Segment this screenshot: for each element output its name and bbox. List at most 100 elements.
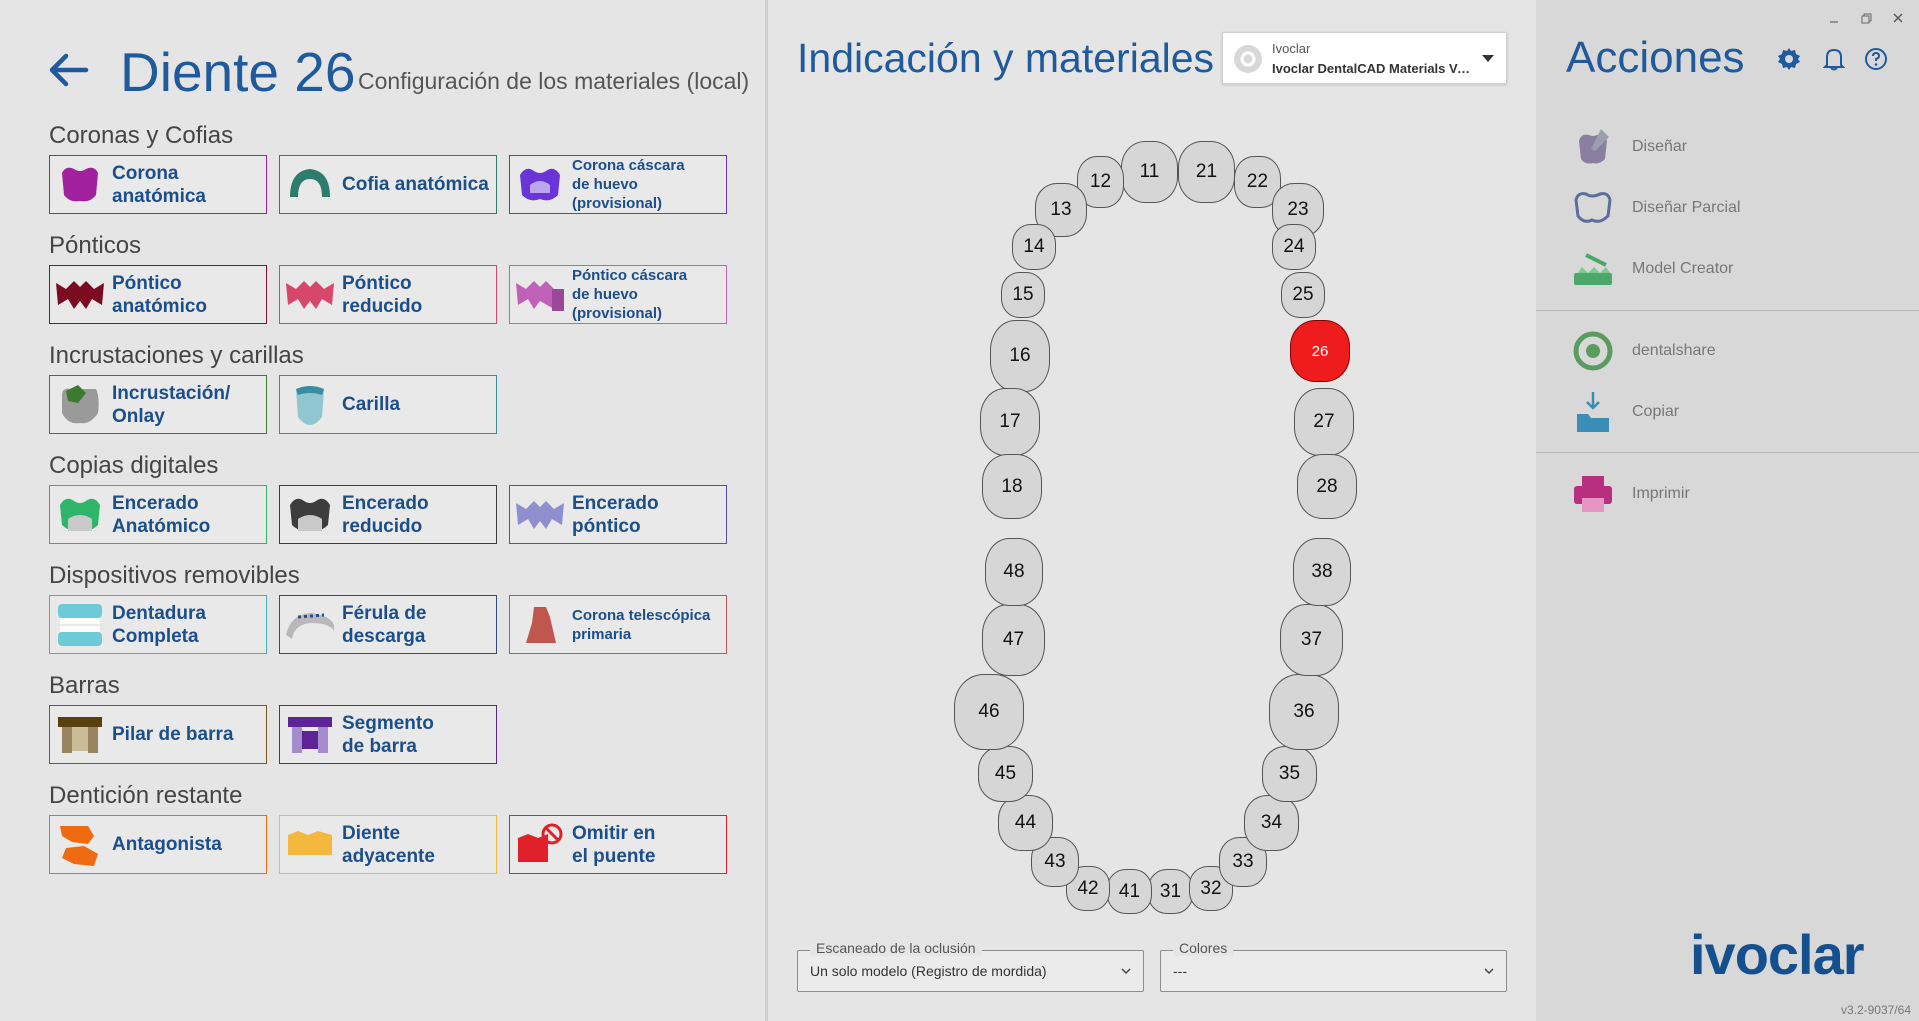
minimize-icon[interactable] [1826,10,1842,26]
card-label: Corona telescópica primaria [572,606,711,643]
tooth-16[interactable]: 16 [990,320,1050,392]
tooth-number: 41 [1118,880,1141,902]
tooth-35[interactable]: 35 [1262,746,1317,802]
tooth-number: 35 [1278,763,1301,784]
tooth-number: 38 [1311,561,1333,582]
card-pilar-barra[interactable]: Pilar de barra [49,705,267,764]
card-label: Corona anatómica [112,162,206,207]
close-icon[interactable] [1890,10,1906,26]
tooth-46[interactable]: 46 [954,674,1024,750]
tooth-31[interactable]: 31 [1148,869,1193,914]
card-label: Antagonista [112,834,222,855]
carilla-icon [280,376,340,433]
card-label: Omitir en el puente [572,822,656,867]
tooth-number: 14 [1023,236,1045,257]
incrustacion-icon [50,376,110,433]
section-title: Coronas y Cofias [49,122,234,149]
tooth-28[interactable]: 28 [1297,454,1357,519]
tooth-18[interactable]: 18 [982,454,1042,519]
tooth-45[interactable]: 45 [978,746,1033,802]
settings-gear-icon[interactable] [1777,47,1801,71]
action-model-creator[interactable]: Model Creator [1570,243,1900,295]
card-incrustacion-onlay[interactable]: Incrustación/ Onlay [49,375,267,434]
restore-icon[interactable] [1858,10,1874,26]
corona-telescopica-icon [510,596,570,653]
tooth-number: 18 [1001,475,1023,497]
action-dentalshare[interactable]: dentalshare [1570,325,1900,377]
card-diente-adyacente[interactable]: Diente adyacente [279,815,497,874]
card-antagonista[interactable]: Antagonista [49,815,267,874]
action-imprimir[interactable]: Imprimir [1570,468,1900,520]
card-pontico-anatomico[interactable]: Póntico anatómico [49,265,267,324]
encerado-reducido-icon [280,486,340,543]
bell-icon[interactable] [1823,47,1845,71]
card-label: Pilar de barra [112,724,234,745]
version-label: v3.2-9037/64 [1840,1003,1911,1017]
tooth-38[interactable]: 38 [1293,538,1351,606]
card-cofia-anatomica[interactable]: Cofia anatómica [279,155,497,214]
card-label: Dentadura Completa [112,602,206,647]
tooth-34[interactable]: 34 [1244,795,1299,851]
card-label: Póntico anatómico [112,272,208,317]
card-label: Póntico reducido [342,272,423,317]
tooth-36[interactable]: 36 [1269,674,1339,750]
card-label: Encerado póntico [572,492,659,537]
tooth-47[interactable]: 47 [982,604,1045,676]
dentadura-icon [50,596,110,653]
tooth-41[interactable]: 41 [1107,869,1152,914]
occlusion-select[interactable]: Escaneado de la oclusión Un solo modelo … [797,940,1144,992]
card-corona-cascara[interactable]: Corona cáscara de huevo (provisional) [509,155,727,214]
tooth-37[interactable]: 37 [1280,604,1343,676]
action-copiar[interactable]: Copiar [1570,386,1900,438]
tooth-number: 48 [1003,561,1025,582]
tooth-number: 24 [1283,236,1305,257]
card-encerado-reducido[interactable]: Encerado reducido [279,485,497,544]
pilar-barra-icon [50,706,110,763]
tooth-14[interactable]: 14 [1012,224,1056,270]
encerado-pontico-icon [510,486,570,543]
tooth-48[interactable]: 48 [985,538,1043,606]
tooth-17[interactable]: 17 [980,388,1040,456]
pontico-reducido-icon [280,266,340,323]
card-ferula-descarga[interactable]: Férula de descarga [279,595,497,654]
material-library-dropdown[interactable]: Ivoclar Ivoclar DentalCAD Materials Vers… [1222,32,1507,84]
card-dentadura-completa[interactable]: Dentadura Completa [49,595,267,654]
tooth-44[interactable]: 44 [998,795,1053,851]
tooth-11[interactable]: 11 [1121,141,1178,203]
action-disenar[interactable]: Diseñar [1570,121,1900,173]
card-label: Cofia anatómica [342,174,489,195]
card-label: Encerado reducido [342,492,429,537]
ivoclar-logo: ivoclar [1690,923,1865,986]
card-pontico-cascara[interactable]: Póntico cáscara de huevo (provisional) [509,265,727,324]
tooth-number: 26 [1311,342,1329,360]
tooth-15[interactable]: 15 [1001,272,1045,318]
tooth-24[interactable]: 24 [1272,224,1316,270]
card-corona-telescopica[interactable]: Corona telescópica primaria [509,595,727,654]
action-disenar-parcial[interactable]: Diseñar Parcial [1570,182,1900,234]
colors-select[interactable]: Colores --- [1160,940,1507,992]
model-creator-icon [1570,246,1616,292]
help-icon[interactable] [1864,47,1888,71]
card-encerado-anatomico[interactable]: Encerado Anatómico [49,485,267,544]
card-corona-anatomica[interactable]: Corona anatómica [49,155,267,214]
colors-label: Colores [1173,940,1234,956]
tooth-number: 47 [1002,629,1025,650]
tooth-number: 37 [1300,629,1323,650]
tooth-21[interactable]: 21 [1178,141,1235,203]
tooth-26[interactable]: 26 [1290,320,1350,382]
tooth-27[interactable]: 27 [1294,388,1354,456]
card-pontico-reducido[interactable]: Póntico reducido [279,265,497,324]
card-segmento-barra[interactable]: Segmento de barra [279,705,497,764]
dropdown-value: Ivoclar DentalCAD Materials Versi... [1272,61,1477,76]
corona-cascara-icon [510,156,570,213]
tooth-25[interactable]: 25 [1281,272,1325,318]
pontico-cascara-icon [510,266,570,323]
chevron-down-icon [1484,968,1494,975]
card-carilla[interactable]: Carilla [279,375,497,434]
tooth-number: 31 [1159,880,1182,902]
tooth-number: 34 [1260,812,1283,833]
back-arrow-icon[interactable] [46,48,90,92]
card-encerado-pontico[interactable]: Encerado póntico [509,485,727,544]
card-omitir-puente[interactable]: Omitir en el puente [509,815,727,874]
action-label: Model Creator [1632,260,1734,277]
